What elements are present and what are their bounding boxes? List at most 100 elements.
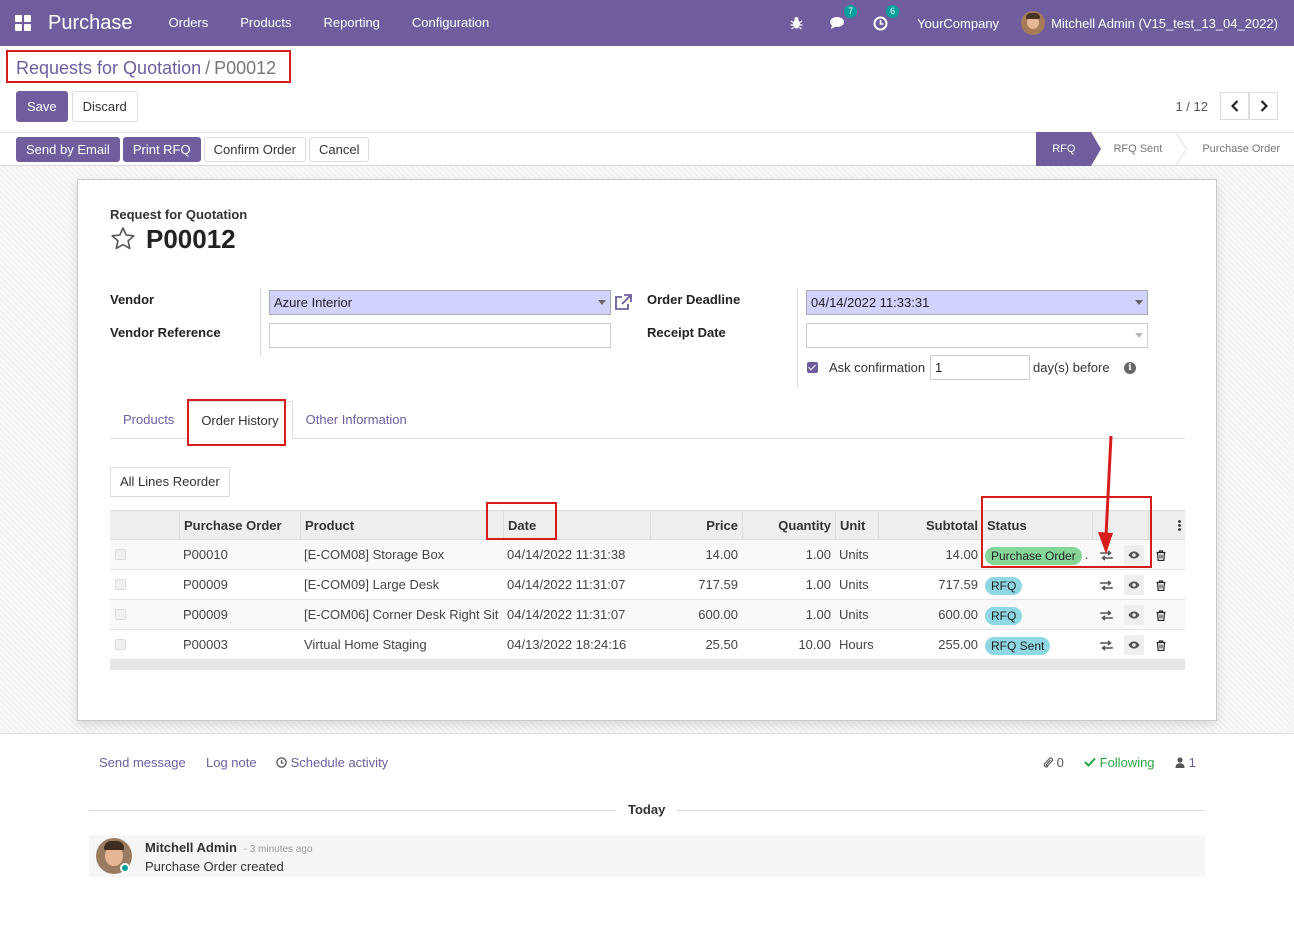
delete-trash-icon[interactable]: [1153, 547, 1169, 563]
menu-reporting[interactable]: Reporting: [308, 0, 396, 46]
cell-unit: Units: [839, 607, 869, 622]
delete-trash-icon[interactable]: [1153, 637, 1169, 653]
row-select-checkbox[interactable]: [115, 609, 126, 620]
apps-menu-button[interactable]: [0, 0, 46, 46]
menu-orders[interactable]: Orders: [153, 0, 225, 46]
cell-subtotal: 14.00: [945, 547, 978, 562]
send-message-button[interactable]: Send message: [99, 755, 186, 770]
table-row[interactable]: P00003 Virtual Home Staging 04/13/2022 1…: [110, 630, 1185, 660]
status-badge: RFQ Sent: [985, 636, 1051, 655]
schedule-activity-button[interactable]: Schedule activity: [276, 755, 388, 770]
tab-products[interactable]: Products: [110, 401, 187, 438]
cell-quantity: 10.00: [798, 637, 831, 652]
cancel-button[interactable]: Cancel: [308, 137, 370, 162]
cell-date: 04/14/2022 11:31:38: [507, 547, 626, 562]
cell-price: 717.59: [698, 577, 738, 592]
cell-product: [E-COM09] Large Desk: [304, 577, 440, 592]
stage-purchase-order[interactable]: Purchase Order: [1188, 132, 1294, 166]
following-label: Following: [1099, 755, 1155, 770]
navbar-systray: 7 6 YourCompany Mitchell Admin (V15_test…: [775, 0, 1294, 46]
date-separator-label: Today: [616, 802, 678, 817]
reorder-icon[interactable]: [1098, 637, 1114, 653]
cell-product: [E-COM08] Storage Box: [304, 547, 445, 562]
table-row[interactable]: P00009 [E-COM09] Large Desk 04/14/2022 1…: [110, 570, 1185, 600]
field-divider: [797, 288, 798, 388]
messages-chat-icon[interactable]: 7: [829, 5, 858, 32]
row-select-checkbox[interactable]: [115, 579, 126, 590]
vendor-reference-field[interactable]: [269, 323, 611, 348]
ask-confirmation-checkbox[interactable]: [807, 362, 818, 373]
user-menu[interactable]: Mitchell Admin (V15_test_13_04_2022): [1021, 11, 1278, 35]
row-select-checkbox[interactable]: [115, 639, 126, 650]
chatter-message: Mitchell Admin - 3 minutes ago Purchase …: [89, 835, 1205, 877]
pager-previous-button[interactable]: [1220, 92, 1249, 120]
cell-quantity: 1.00: [805, 547, 831, 562]
app-name[interactable]: Purchase: [48, 12, 133, 35]
menu-products[interactable]: Products: [224, 0, 307, 46]
document-type-label: Request for Quotation: [110, 207, 248, 222]
favorite-star-icon[interactable]: [110, 226, 136, 252]
debug-bug-icon[interactable]: [787, 14, 805, 32]
message-body: Purchase Order created: [145, 859, 284, 874]
row-select-checkbox[interactable]: [115, 549, 126, 560]
stage-rfq-sent[interactable]: RFQ Sent: [1091, 132, 1176, 166]
followers-button[interactable]: 1: [1175, 755, 1196, 770]
vendor-field[interactable]: Azure Interior: [269, 290, 611, 315]
view-eye-icon[interactable]: [1124, 635, 1144, 655]
reorder-icon[interactable]: [1098, 607, 1114, 623]
cell-subtotal: 600.00: [938, 607, 978, 622]
external-link-icon[interactable]: [614, 293, 633, 311]
following-button[interactable]: Following: [1084, 755, 1155, 770]
cell-status: RFQ: [985, 570, 1023, 599]
all-lines-reorder-button[interactable]: All Lines Reorder: [110, 467, 230, 497]
send-by-email-button[interactable]: Send by Email: [16, 137, 120, 162]
cell-subtotal: 717.59: [938, 577, 978, 592]
delete-trash-icon[interactable]: [1153, 607, 1169, 623]
view-eye-icon[interactable]: [1124, 575, 1144, 595]
col-quantity[interactable]: Quantity: [742, 511, 835, 540]
cell-quantity: 1.00: [805, 607, 831, 622]
confirm-order-button[interactable]: Confirm Order: [203, 137, 306, 162]
info-icon[interactable]: i: [1124, 362, 1136, 374]
col-product[interactable]: Product: [300, 511, 505, 540]
message-author[interactable]: Mitchell Admin: [145, 840, 237, 855]
save-button[interactable]: Save: [16, 91, 68, 122]
pager-value[interactable]: 1 / 12: [1175, 99, 1208, 114]
view-eye-icon[interactable]: [1124, 605, 1144, 625]
activities-clock-icon[interactable]: 6: [871, 5, 900, 32]
followers-count: 1: [1188, 755, 1196, 770]
receipt-date-label: Receipt Date: [647, 325, 726, 340]
col-purchase-order[interactable]: Purchase Order: [179, 511, 299, 540]
order-deadline-field[interactable]: 04/14/2022 11:33:31: [806, 290, 1148, 315]
delete-trash-icon[interactable]: [1153, 577, 1169, 593]
cell-status: RFQ Sent: [985, 630, 1051, 659]
discard-button[interactable]: Discard: [71, 91, 138, 122]
menu-configuration[interactable]: Configuration: [396, 0, 505, 46]
activities-count-badge: 6: [886, 5, 900, 18]
cell-unit: Units: [839, 577, 869, 592]
receipt-date-field[interactable]: [806, 323, 1148, 348]
log-note-button[interactable]: Log note: [206, 755, 257, 770]
table-row[interactable]: P00009 [E-COM06] Corner Desk Right Sit 0…: [110, 600, 1185, 630]
form-sheet: Request for Quotation P00012 Vendor Vend…: [77, 179, 1217, 721]
days-before-label: day(s) before: [1033, 360, 1110, 375]
cell-po: P00009: [183, 607, 228, 622]
top-navbar: Purchase Orders Products Reporting Confi…: [0, 0, 1294, 46]
col-price[interactable]: Price: [650, 511, 742, 540]
stage-arrow-separator: [1175, 132, 1188, 166]
tab-other-information[interactable]: Other Information: [293, 401, 420, 438]
col-subtotal[interactable]: Subtotal: [878, 511, 982, 540]
schedule-activity-label: Schedule activity: [290, 755, 389, 770]
stage-rfq[interactable]: RFQ: [1036, 132, 1102, 166]
company-switcher[interactable]: YourCompany: [917, 16, 999, 31]
col-unit[interactable]: Unit: [835, 511, 878, 540]
reminder-days-input[interactable]: 1: [930, 355, 1030, 380]
print-rfq-button[interactable]: Print RFQ: [122, 137, 201, 162]
status-column-highlight-box: [981, 496, 1152, 568]
attachments-button[interactable]: 0: [1043, 755, 1064, 770]
cell-unit: Units: [839, 547, 869, 562]
optional-columns-toggle[interactable]: [1148, 511, 1185, 540]
cell-po: P00009: [183, 577, 228, 592]
pager-next-button[interactable]: [1249, 92, 1278, 120]
reorder-icon[interactable]: [1098, 577, 1114, 593]
